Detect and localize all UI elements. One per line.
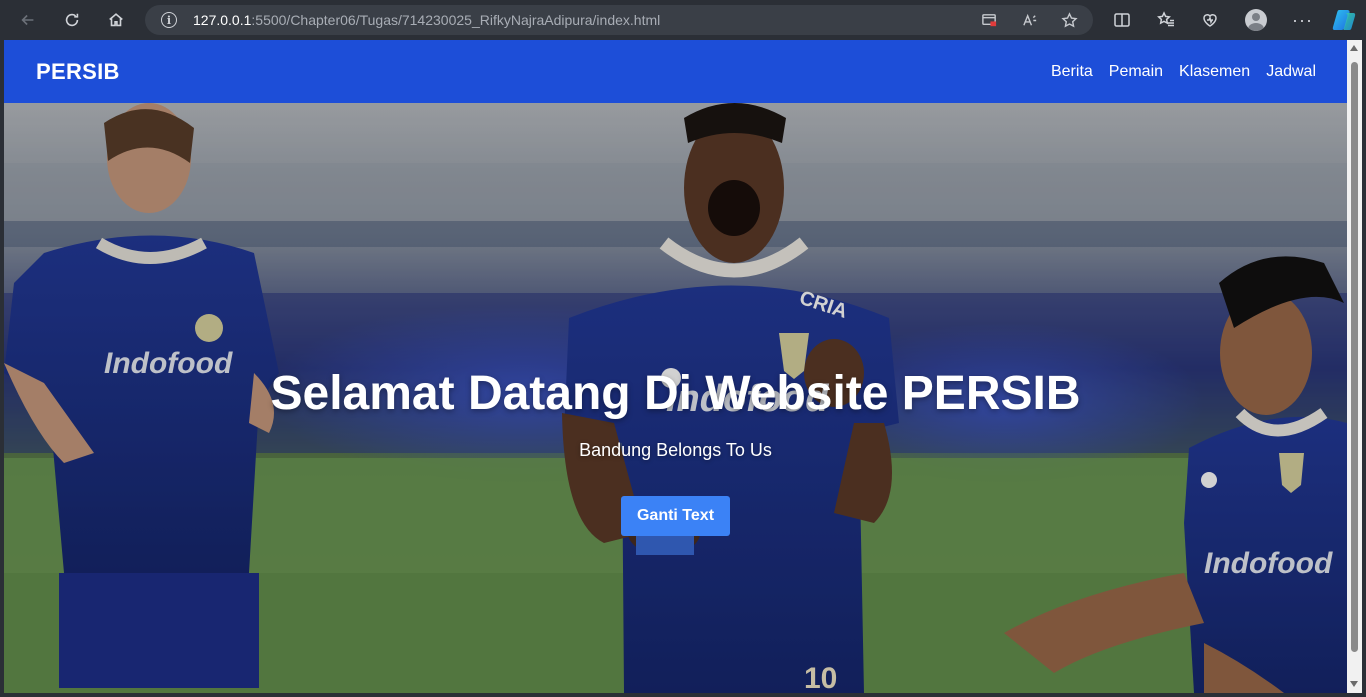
scroll-up-arrow-icon[interactable] [1350,45,1358,51]
browser-toolbar: i 127.0.0.1:5500/Chapter06/Tugas/7142300… [0,0,1366,40]
favorite-star-icon[interactable] [1060,11,1078,29]
read-aloud-icon[interactable] [1021,11,1039,29]
scroll-down-arrow-icon[interactable] [1350,681,1358,687]
hero-subtitle: Bandung Belongs To Us [579,440,772,460]
vertical-scrollbar[interactable] [1347,40,1362,693]
back-button[interactable] [14,6,42,34]
app-available-icon[interactable] [980,11,998,29]
hero-title: Selamat Datang Di Website PERSIB [270,367,1081,420]
browser-essentials-icon[interactable] [1200,10,1220,30]
more-menu-icon[interactable]: ··· [1292,10,1313,31]
scrollbar-thumb[interactable] [1351,62,1358,652]
nav-link-klasemen[interactable]: Klasemen [1179,63,1250,81]
site-logo[interactable]: PERSIB [36,59,120,85]
hero-section: Indofood Indofood CRIA 10 Indofood Selam… [4,103,1347,693]
change-text-button[interactable]: Ganti Text [621,496,730,536]
nav-link-berita[interactable]: Berita [1051,63,1093,81]
copilot-icon[interactable] [1331,7,1357,33]
nav-link-pemain[interactable]: Pemain [1109,63,1163,81]
page-viewport: PERSIB Berita Pemain Klasemen Jadwal Ind… [4,40,1347,693]
nav-link-jadwal[interactable]: Jadwal [1266,63,1316,81]
url-host: 127.0.0.1 [193,12,252,28]
site-nav: Berita Pemain Klasemen Jadwal [1051,63,1316,81]
address-bar[interactable]: i 127.0.0.1:5500/Chapter06/Tugas/7142300… [145,5,1093,35]
site-header: PERSIB Berita Pemain Klasemen Jadwal [4,40,1347,103]
reload-button[interactable] [58,6,86,34]
site-info-icon[interactable]: i [161,12,177,28]
home-button[interactable] [102,6,130,34]
favorites-icon[interactable] [1156,10,1176,30]
hero-content: Selamat Datang Di Website PERSIB Bandung… [4,103,1347,693]
profile-avatar[interactable] [1245,9,1267,31]
split-screen-icon[interactable] [1112,10,1132,30]
url-text[interactable]: 127.0.0.1:5500/Chapter06/Tugas/714230025… [193,12,660,28]
url-path: :5500/Chapter06/Tugas/714230025_RifkyNaj… [251,12,661,28]
